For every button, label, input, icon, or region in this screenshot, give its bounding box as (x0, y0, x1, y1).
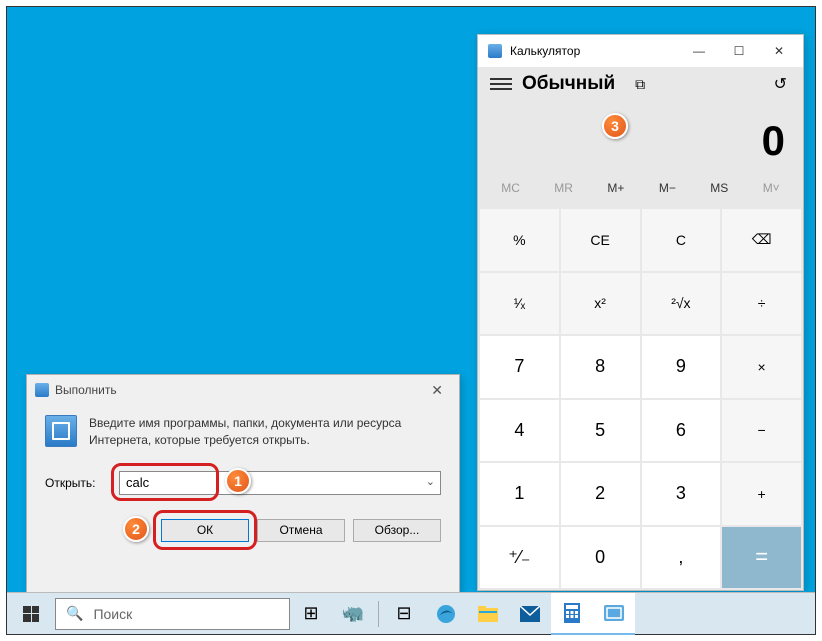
run-titlebar: Выполнить ✕ (27, 375, 459, 405)
calc-mode-label: Обычный (522, 73, 615, 95)
cancel-button[interactable]: Отмена (257, 519, 345, 542)
key-decimal[interactable]: , (642, 527, 721, 589)
mem-mr: MR (548, 177, 579, 199)
key-percent[interactable]: % (480, 209, 559, 271)
key-2[interactable]: 2 (561, 463, 640, 525)
mem-mv: M˅ (757, 177, 786, 199)
browse-button[interactable]: Обзор... (353, 519, 441, 542)
search-icon: 🔍 (66, 605, 83, 622)
menu-icon[interactable] (490, 78, 512, 90)
calculator-icon (488, 44, 502, 58)
taskbar: 🔍 Поиск ⊞ 🦏 ⊟ (7, 592, 815, 634)
key-c[interactable]: C (642, 209, 721, 271)
key-square[interactable]: x² (561, 273, 640, 335)
key-3[interactable]: 3 (642, 463, 721, 525)
ok-button[interactable]: ОК (161, 519, 249, 542)
key-7[interactable]: 7 (480, 336, 559, 398)
search-placeholder: Поиск (93, 606, 132, 622)
key-equals[interactable]: = (722, 527, 801, 589)
history-icon[interactable]: ↺ (770, 74, 791, 94)
calc-titlebar: Калькулятор — ☐ ✕ (478, 35, 803, 67)
calc-display: 0 3 (478, 101, 803, 175)
key-add[interactable]: + (722, 463, 801, 525)
calculator-taskbar-icon[interactable] (551, 593, 593, 635)
key-1[interactable]: 1 (480, 463, 559, 525)
explorer-icon[interactable] (467, 593, 509, 635)
taskbar-search[interactable]: 🔍 Поиск (55, 598, 290, 630)
minimize-button[interactable]: — (679, 36, 719, 66)
key-divide[interactable]: ÷ (722, 273, 801, 335)
run-open-label: Открыть: (45, 476, 107, 490)
run-title-text: Выполнить (55, 383, 117, 397)
desktop: Калькулятор — ☐ ✕ Обычный ⧉ ↺ 0 3 MC MR … (6, 6, 816, 635)
key-ce[interactable]: CE (561, 209, 640, 271)
run-dialog: Выполнить ✕ Введите имя программы, папки… (26, 374, 460, 593)
key-multiply[interactable]: × (722, 336, 801, 398)
key-sqrt[interactable]: ²√x (642, 273, 721, 335)
key-9[interactable]: 9 (642, 336, 721, 398)
maximize-button[interactable]: ☐ (719, 36, 759, 66)
calc-memory-row: MC MR M+ M− MS M˅ (478, 175, 803, 207)
annotation-badge-3: 3 (602, 113, 628, 139)
calc-display-value: 0 (762, 117, 785, 164)
run-icon (35, 383, 49, 397)
mem-ms[interactable]: MS (704, 177, 734, 199)
mail-icon[interactable] (509, 593, 551, 635)
annotation-badge-2: 2 (123, 516, 149, 542)
taskbar-divider (378, 601, 379, 627)
key-0[interactable]: 0 (561, 527, 640, 589)
key-backspace[interactable]: ⌫ (722, 209, 801, 271)
key-6[interactable]: 6 (642, 400, 721, 462)
calc-keypad: % CE C ⌫ ¹⁄ₓ x² ²√x ÷ 7 8 9 × 4 5 6 − 1 … (478, 207, 803, 590)
start-button[interactable] (7, 593, 55, 635)
key-8[interactable]: 8 (561, 336, 640, 398)
mem-mplus[interactable]: M+ (601, 177, 630, 199)
windows-logo-icon (23, 606, 39, 622)
keep-on-top-icon[interactable]: ⧉ (629, 73, 651, 95)
key-reciprocal[interactable]: ¹⁄ₓ (480, 273, 559, 335)
task-view-icon[interactable]: ⊞ (290, 593, 332, 635)
key-5[interactable]: 5 (561, 400, 640, 462)
key-subtract[interactable]: − (722, 400, 801, 462)
key-4[interactable]: 4 (480, 400, 559, 462)
pinned-app-2[interactable]: ⊟ (383, 593, 425, 635)
calc-title-text: Калькулятор (510, 44, 580, 58)
close-icon[interactable]: ✕ (423, 382, 451, 399)
run-input[interactable] (119, 471, 441, 495)
pinned-app-1[interactable]: 🦏 (332, 593, 374, 635)
mem-mc: MC (495, 177, 526, 199)
run-taskbar-icon[interactable] (593, 593, 635, 635)
run-app-icon (45, 415, 77, 447)
calc-header: Обычный ⧉ ↺ (478, 67, 803, 101)
calculator-window: Калькулятор — ☐ ✕ Обычный ⧉ ↺ 0 3 MC MR … (477, 34, 804, 591)
run-instruction-text: Введите имя программы, папки, документа … (89, 415, 441, 449)
key-negate[interactable]: ⁺⁄₋ (480, 527, 559, 589)
close-button[interactable]: ✕ (759, 36, 799, 66)
mem-mminus[interactable]: M− (653, 177, 682, 199)
edge-icon[interactable] (425, 593, 467, 635)
